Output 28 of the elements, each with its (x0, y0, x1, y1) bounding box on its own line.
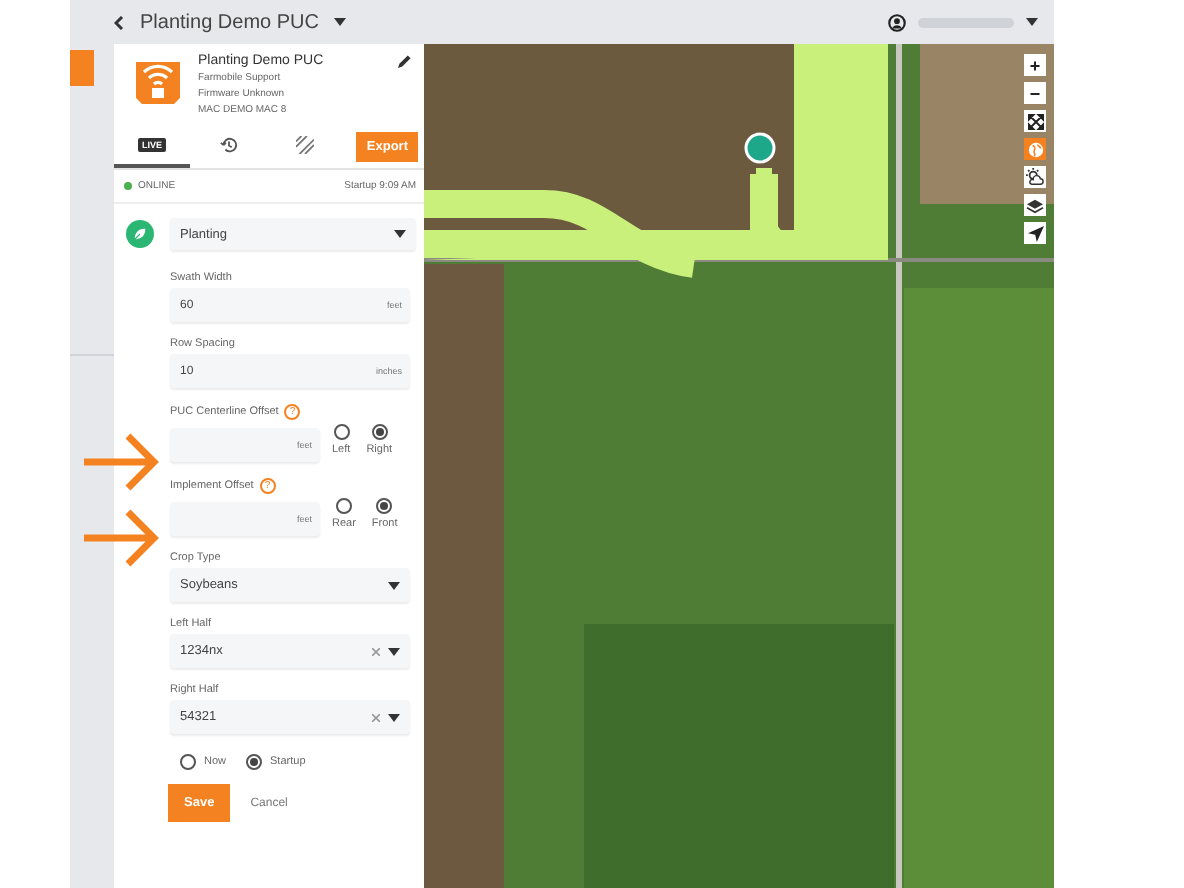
back-chevron-icon[interactable] (114, 15, 124, 29)
map-control-button[interactable] (1024, 222, 1046, 244)
history-icon (219, 135, 237, 153)
map-control-button[interactable] (1024, 110, 1046, 132)
clear-icon[interactable] (372, 713, 380, 721)
clear-icon[interactable] (372, 647, 380, 655)
caret-icon (388, 647, 400, 655)
annotation-arrow (84, 432, 160, 492)
caret-icon (388, 713, 400, 721)
caret-icon (1026, 18, 1038, 26)
map-control-button[interactable]: − (1024, 82, 1046, 104)
globe-icon (1027, 141, 1043, 157)
caret-icon (334, 18, 347, 26)
navigation-arrow-icon (1027, 225, 1043, 241)
layers-icon (1026, 197, 1044, 213)
hatch-icon (295, 135, 313, 153)
map-control-button[interactable]: + (1024, 54, 1046, 76)
map-control-button[interactable] (1024, 194, 1046, 216)
map-control-button[interactable] (1024, 166, 1046, 188)
page-title: Planting Demo PUC (140, 11, 319, 33)
caret-icon (388, 581, 400, 589)
fullscreen-icon (1027, 113, 1043, 129)
weather-icon (1026, 168, 1044, 186)
annotation-arrow (84, 508, 160, 568)
edit-icon[interactable] (398, 54, 412, 68)
user-icon (888, 13, 906, 31)
caret-icon (394, 230, 406, 238)
leaf-icon (126, 220, 154, 248)
